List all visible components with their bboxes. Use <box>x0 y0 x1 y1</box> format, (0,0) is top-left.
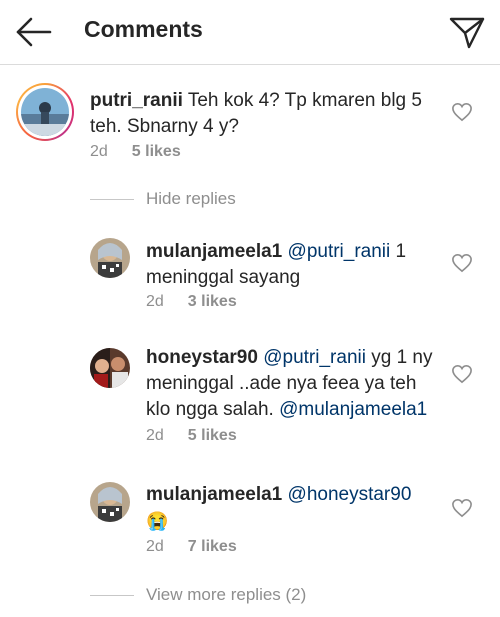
view-more-replies-button[interactable]: View more replies (2) <box>146 585 306 605</box>
heart-icon <box>452 498 472 518</box>
comment-meta: 2d 5 likes <box>90 143 181 161</box>
reply-meta: 2d 7 likes <box>146 538 237 556</box>
heart-icon <box>452 253 472 273</box>
avatar[interactable] <box>90 482 130 522</box>
comment-likes[interactable]: 5 likes <box>132 143 181 160</box>
like-button[interactable] <box>451 253 473 273</box>
comment-text: putri_ranii Teh kok 4? Tp kmaren blg 5 t… <box>90 88 435 140</box>
reply-text: honeystar90 @putri_ranii yg 1 ny meningg… <box>146 345 438 423</box>
reply-username[interactable]: mulanjameela1 <box>146 484 282 505</box>
avatar[interactable] <box>90 238 130 278</box>
comment-age: 2d <box>90 143 108 160</box>
reply-mention[interactable]: @mulanjameela1 <box>279 399 427 420</box>
crying-emoji: 😭 <box>146 511 169 531</box>
reply-username[interactable]: mulanjameela1 <box>146 241 282 262</box>
arrow-left-icon <box>16 17 52 47</box>
header-bar: Comments <box>0 0 500 65</box>
reply-likes[interactable]: 7 likes <box>188 538 237 555</box>
thread-divider <box>90 199 134 200</box>
reply-likes[interactable]: 5 likes <box>188 427 237 444</box>
reply-meta: 2d 5 likes <box>146 427 237 445</box>
reply-mention[interactable]: @honeystar90 <box>288 484 412 505</box>
comment-username[interactable]: putri_ranii <box>90 90 183 111</box>
avatar[interactable] <box>21 88 69 136</box>
reply-meta: 2d 3 likes <box>146 293 237 311</box>
thread-divider <box>90 595 134 596</box>
reply-text: mulanjameela1 @honeystar90 😭 <box>146 482 436 535</box>
reply-username[interactable]: honeystar90 <box>146 347 258 368</box>
page-title: Comments <box>84 16 203 42</box>
reply-age: 2d <box>146 427 164 444</box>
like-button[interactable] <box>451 364 473 384</box>
heart-icon <box>452 364 472 384</box>
reply-age: 2d <box>146 293 164 310</box>
avatar[interactable] <box>90 348 130 388</box>
hide-replies-button[interactable]: Hide replies <box>146 189 236 209</box>
like-button[interactable] <box>451 102 473 122</box>
reply-age: 2d <box>146 538 164 555</box>
like-button[interactable] <box>451 498 473 518</box>
share-button[interactable] <box>448 14 486 50</box>
reply-text: mulanjameela1 @putri_ranii 1 meninggal s… <box>146 239 436 291</box>
back-button[interactable] <box>14 14 54 50</box>
reply-mention[interactable]: @putri_ranii <box>288 241 391 262</box>
reply-mention[interactable]: @putri_ranii <box>263 347 366 368</box>
heart-icon <box>452 102 472 122</box>
reply-likes[interactable]: 3 likes <box>188 293 237 310</box>
paper-plane-icon <box>449 17 485 49</box>
